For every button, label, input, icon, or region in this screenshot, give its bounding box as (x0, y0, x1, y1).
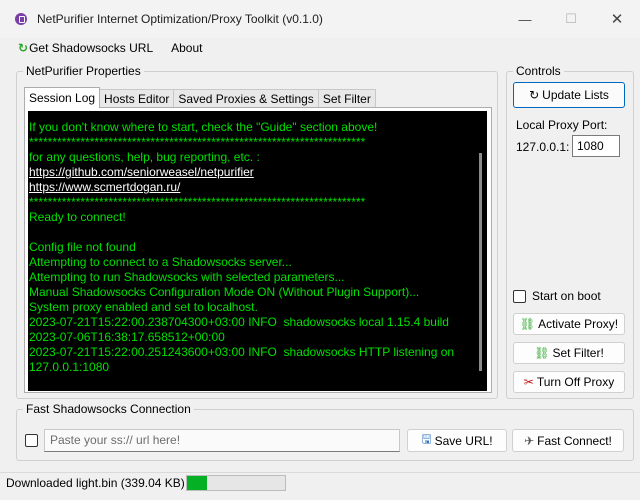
log-line: 2023-07-21T15:22:00.251243600+03:00 INFO… (29, 345, 455, 359)
log-line: 2023-07-06T16:38:17.658512+00:00 (29, 330, 225, 344)
turn-off-proxy-label: Turn Off Proxy (536, 375, 615, 389)
save-url-button[interactable]: 🖫 Save URL! (407, 429, 507, 452)
refresh-icon: ↻ (529, 88, 540, 102)
menu-bar: ↻ Get Shadowsocks URL About (0, 38, 640, 58)
fast-connection-checkbox[interactable] (25, 434, 38, 447)
log-link[interactable]: https://www.scmertdogan.ru/ (29, 180, 487, 195)
log-line: for any questions, help, bug reporting, … (29, 150, 260, 164)
log-line: If you don't know where to start, check … (29, 120, 378, 134)
log-link[interactable]: https://github.com/seniorweasel/netpurif… (29, 165, 487, 180)
link-icon: ⛓ (519, 317, 536, 331)
log-line: ****************************************… (29, 195, 366, 209)
minimize-icon: — (518, 11, 532, 27)
tab-session-log[interactable]: Session Log (24, 87, 101, 108)
tab-saved-proxies-settings[interactable]: Saved Proxies & Settings (173, 89, 319, 108)
menu-about[interactable]: About (162, 41, 211, 55)
turn-off-proxy-button[interactable]: ✂ Turn Off Proxy (513, 371, 625, 393)
activate-proxy-button[interactable]: ⛓ Activate Proxy! (513, 313, 625, 335)
download-progress-bar (186, 475, 286, 491)
proxy-port-input[interactable]: 1080 (572, 135, 620, 157)
properties-tabs: Session Log Hosts Editor Saved Proxies &… (24, 87, 376, 108)
log-line: Config file not found (29, 240, 136, 254)
filter-link-icon: ⛓ (534, 346, 550, 360)
session-log-panel: If you don't know where to start, check … (24, 107, 492, 393)
start-on-boot-label: Start on boot (532, 289, 601, 303)
log-line: System proxy enabled and set to localhos… (29, 300, 258, 314)
console-scrollbar[interactable] (475, 111, 487, 391)
log-line: Manual Shadowsocks Configuration Mode ON… (29, 285, 420, 299)
menu-get-shadowsocks-url[interactable]: ↻ Get Shadowsocks URL (0, 41, 162, 55)
shadowsocks-icon: ↻ (18, 41, 29, 55)
log-line: 127.0.0.1:1080 (29, 360, 110, 374)
start-on-boot-checkbox[interactable] (513, 290, 526, 303)
set-filter-button[interactable]: ⛓ Set Filter! (513, 342, 625, 364)
properties-group-title: NetPurifier Properties (23, 64, 144, 78)
title-bar: NetPurifier Internet Optimization/Proxy … (0, 0, 640, 38)
proxy-host-label: 127.0.0.1: (516, 140, 570, 154)
menu-about-label: About (171, 41, 203, 55)
close-button[interactable]: ✕ (594, 0, 640, 38)
status-text: Downloaded light.bin (339.04 KB) (6, 476, 185, 490)
download-progress-fill (187, 476, 207, 490)
window-title: NetPurifier Internet Optimization/Proxy … (37, 12, 323, 26)
activate-proxy-label: Activate Proxy! (538, 317, 619, 331)
save-icon: 🖫 (421, 432, 432, 446)
tab-hosts-editor[interactable]: Hosts Editor (99, 89, 175, 108)
close-icon: ✕ (610, 11, 624, 28)
update-lists-button[interactable]: ↻ Update Lists (513, 82, 625, 108)
plane-icon: ✈ (524, 433, 535, 448)
log-line: 2023-07-21T15:22:00.238704300+03:00 INFO… (29, 315, 449, 329)
log-line: Attempting to run Shadowsocks with selec… (29, 270, 345, 284)
update-lists-label: Update Lists (542, 88, 609, 102)
session-log-console[interactable]: If you don't know where to start, check … (28, 111, 487, 391)
log-line: ****************************************… (29, 135, 366, 149)
tab-set-filter[interactable]: Set Filter (317, 89, 376, 108)
menu-get-shadowsocks-url-label: Get Shadowsocks URL (29, 41, 154, 55)
fast-connection-group-title: Fast Shadowsocks Connection (23, 402, 194, 416)
save-url-label: Save URL! (434, 433, 493, 448)
ss-url-input[interactable]: Paste your ss:// url here! (44, 429, 400, 452)
unlink-icon: ✂ (523, 375, 534, 389)
log-line: Ready to connect! (29, 210, 126, 224)
controls-group-title: Controls (513, 64, 564, 78)
console-scrollbar-thumb[interactable] (479, 153, 482, 371)
maximize-button[interactable]: ☐ (548, 0, 594, 38)
fast-connect-button[interactable]: ✈ Fast Connect! (512, 429, 624, 452)
log-line: Attempting to connect to a Shadowsocks s… (29, 255, 292, 269)
set-filter-label: Set Filter! (552, 346, 604, 360)
log-lines: If you don't know where to start, check … (28, 111, 487, 375)
maximize-icon: ☐ (565, 11, 577, 26)
local-proxy-port-label: Local Proxy Port: (516, 118, 608, 132)
netpurifier-app-icon (15, 13, 27, 25)
fast-connect-label: Fast Connect! (537, 433, 612, 448)
minimize-button[interactable]: — (502, 0, 548, 38)
